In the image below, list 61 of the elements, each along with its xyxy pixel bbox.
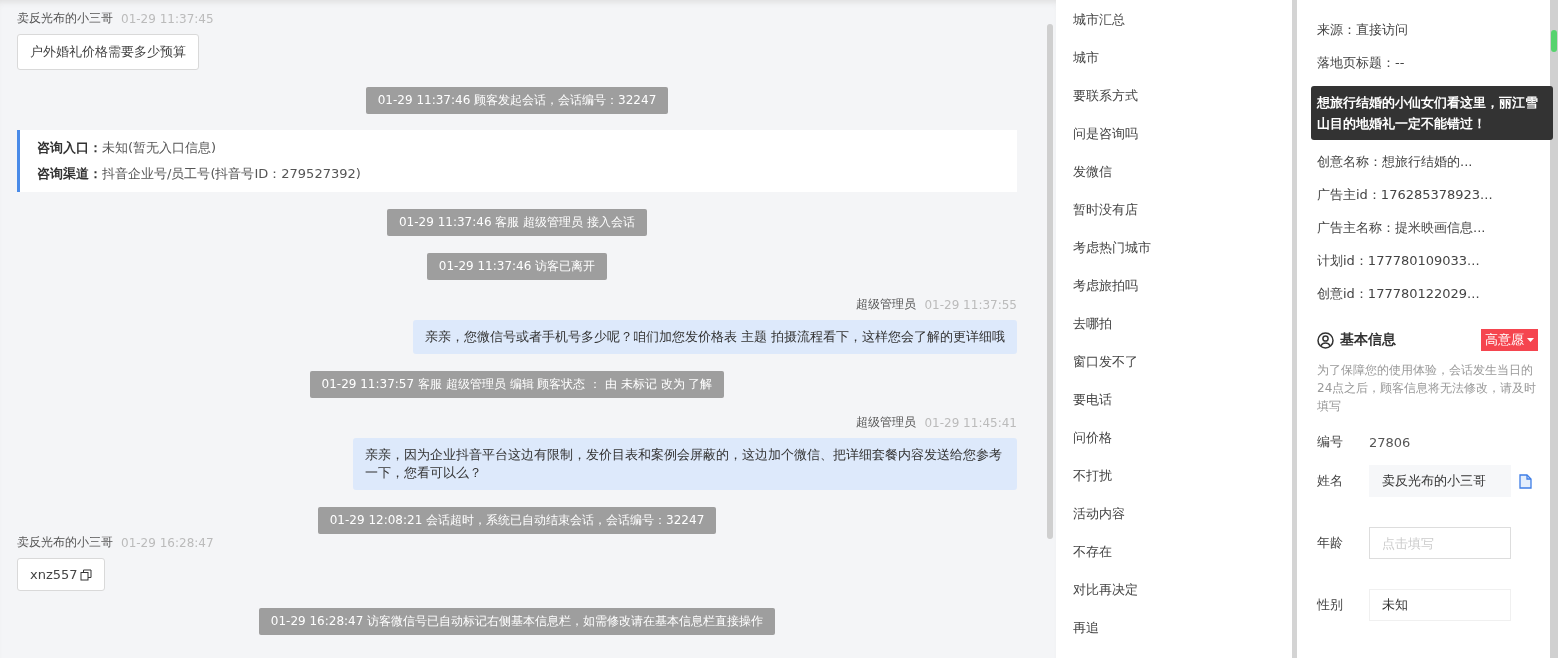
info-line: 来源：直接访问 (1317, 21, 1409, 39)
message-time: 01-29 16:28:47 (121, 535, 214, 550)
quick-reply-item[interactable]: 考虑热门城市 (1073, 238, 1292, 257)
message-time: 01-29 11:37:45 (121, 11, 214, 26)
gender-select[interactable]: 未知 (1369, 589, 1511, 621)
section-title: 基本信息 (1340, 331, 1397, 349)
intent-tag[interactable]: 高意愿 (1481, 329, 1538, 351)
quick-reply-item[interactable]: 不存在 (1073, 542, 1292, 561)
field-label: 编号 (1317, 433, 1344, 451)
copy-icon[interactable] (79, 568, 92, 581)
tooltip: 想旅行结婚的小仙女们看这里，丽江雪山目的地婚礼一定不能错过！ (1311, 86, 1553, 140)
message-bubble: 亲亲，您微信号或者手机号多少呢？咱们加您发价格表 主题 拍摄流程看下，这样您会了解的更详细哦 (412, 320, 1017, 354)
message-time: 01-29 11:37:55 (924, 297, 1017, 312)
caret-icon (1527, 338, 1534, 342)
quick-reply-item[interactable]: 考虑旅拍吗 (1073, 276, 1292, 295)
field-label: 年龄 (1317, 534, 1344, 552)
quick-reply-item[interactable]: 暂时没有店 (1073, 200, 1292, 219)
quick-reply-item[interactable]: 城市 (1073, 48, 1292, 67)
info-line: 落地页标题：-- (1317, 54, 1406, 72)
message-bubble: 户外婚礼价格需要多少预算 (17, 34, 199, 70)
system-notice: 01-29 11:37:46 客服 超级管理员 接入会话 (387, 209, 647, 236)
message-bubble: 亲亲，因为企业抖音平台这边有限制，发价目表和案例会屏蔽的，这边加个微信、把详细套餐内容发送给您参考一下，您看可以么？ (353, 438, 1017, 490)
quick-reply-item[interactable]: 窗口发不了 (1073, 352, 1292, 371)
quick-reply-item[interactable]: 去哪拍 (1073, 314, 1292, 333)
quick-reply-item[interactable]: 对比再决定 (1073, 580, 1292, 599)
quick-reply-item[interactable]: 问价格 (1073, 428, 1292, 447)
consult-info-line: 咨询入口：未知(暂无入口信息) (37, 139, 218, 157)
message-time: 01-29 11:45:41 (924, 415, 1017, 430)
field-label: 性别 (1317, 596, 1344, 614)
system-notice: 01-29 12:08:21 会话超时，系统已自动结束会话，会话编号：32247 (317, 507, 717, 534)
consult-info-line: 咨询渠道：抖音企业号/员工号(抖音号ID：279527392) (37, 165, 362, 183)
field-value: 27806 (1369, 434, 1411, 450)
info-line: 创意id：177780122029... (1317, 285, 1481, 303)
sender-name: 卖反光布的小三哥 (17, 10, 113, 27)
user-circle-icon (1317, 331, 1334, 349)
system-notice: 01-29 11:37:57 客服 超级管理员 编辑 顾客状态 ： 由 未标记 改为 了解 (309, 371, 725, 398)
quick-reply-item[interactable]: 不打扰 (1073, 466, 1292, 485)
quick-reply-item[interactable]: 发微信 (1073, 162, 1292, 181)
system-notice: 01-29 16:28:47 访客微信号已自动标记右侧基本信息栏，如需修改请在基本信息栏直接操作 (258, 608, 776, 635)
name-field[interactable]: 卖反光布的小三哥 (1369, 465, 1511, 497)
info-line: 创意名称：想旅行结婚的... (1317, 153, 1474, 171)
sender-name: 超级管理员 (856, 296, 917, 313)
system-notice: 01-29 11:37:46 顾客发起会话，会话编号：32247 (365, 87, 669, 114)
sender-name: 卖反光布的小三哥 (17, 534, 113, 551)
info-line: 广告主名称：提米映画信息... (1317, 219, 1487, 237)
quick-reply-item[interactable]: 问是咨询吗 (1073, 124, 1292, 143)
document-icon[interactable] (1519, 473, 1532, 489)
quick-reply-item[interactable]: 要电话 (1073, 390, 1292, 409)
quick-reply-item[interactable]: 活动内容 (1073, 504, 1292, 523)
quick-reply-item[interactable]: 要联系方式 (1073, 86, 1292, 105)
quick-reply-item[interactable]: 城市汇总 (1073, 10, 1292, 29)
sender-name: 超级管理员 (856, 414, 917, 431)
quick-reply-item[interactable]: 再追 (1073, 618, 1292, 637)
notice-text: 为了保障您的使用体验，会话发生当日的24点之后，顾客信息将无法修改，请及时填写 (1317, 362, 1538, 415)
info-line: 广告主id：176285378923... (1317, 186, 1494, 204)
system-notice: 01-29 11:37:46 访客已离开 (426, 253, 608, 280)
message-bubble: xnz557 (17, 558, 105, 591)
scrollbar[interactable] (1550, 0, 1558, 658)
info-line: 计划id：177780109033... (1317, 252, 1481, 270)
scrollbar[interactable] (1047, 24, 1053, 539)
field-label: 姓名 (1317, 472, 1344, 490)
